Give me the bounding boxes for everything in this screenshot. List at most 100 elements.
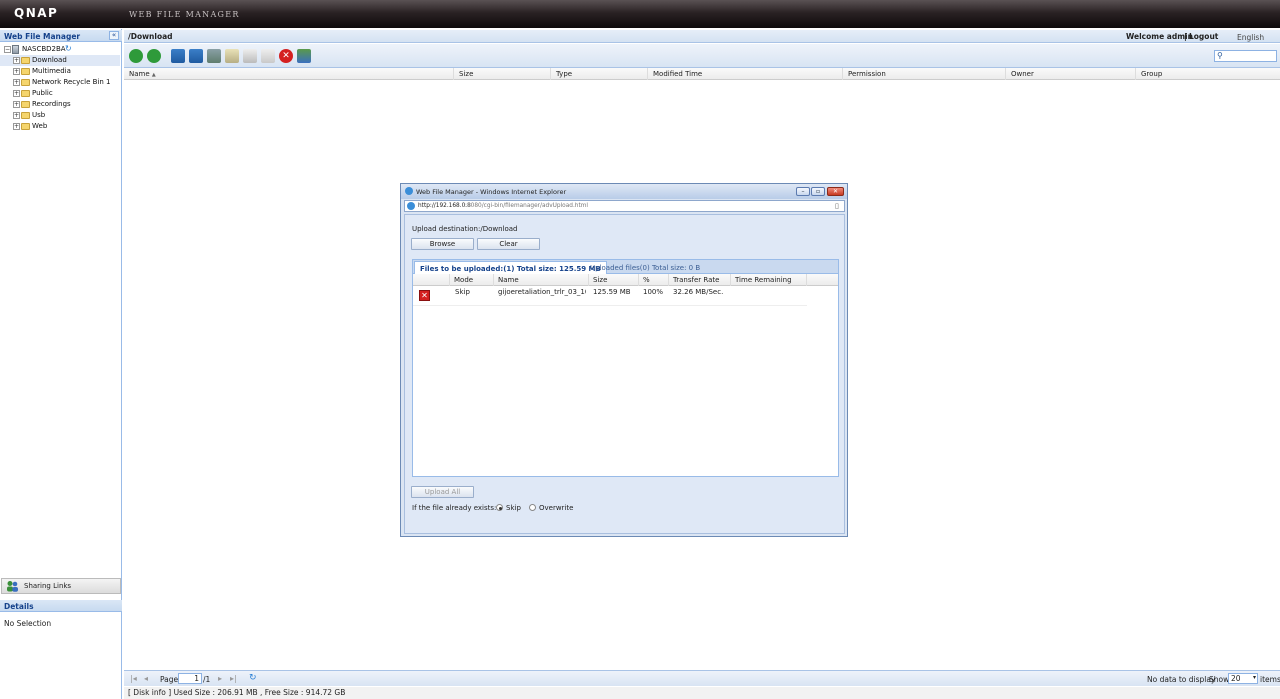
reload-icon[interactable]: ↻ [249,673,257,683]
table-row[interactable]: ✕ Skip gijoeretaliation_trlr_03_10... 12… [413,286,807,306]
folder-icon [21,123,30,130]
column-owner[interactable]: Owner [1006,68,1136,80]
sort-asc-icon: ▲ [151,72,156,78]
column-file-size[interactable]: Size [589,274,639,286]
sidebar-item-download[interactable]: + Download [0,55,120,66]
column-transfer-rate[interactable]: Transfer Rate [669,274,731,286]
tree-root[interactable]: − NASCBD2BA ↻ [0,44,120,55]
expand-icon[interactable]: + [13,112,20,119]
expand-icon[interactable]: + [13,101,20,108]
search-icon: ⚲ [1217,51,1223,60]
delete-icon[interactable]: ✕ [279,49,293,63]
logout-link[interactable]: Logout [1189,32,1218,41]
column-file-name[interactable]: Name [494,274,589,286]
expand-icon[interactable]: + [13,123,20,130]
sidebar-item-multimedia[interactable]: + Multimedia [0,66,120,77]
dialog-titlebar[interactable]: Web File Manager - Windows Internet Expl… [401,184,847,199]
row-file-name: gijoeretaliation_trlr_03_10... [498,288,586,296]
page-total: /1 [203,675,211,684]
sidebar-item-public[interactable]: + Public [0,88,120,99]
file-grid-header: Name ▲ Size Type Modified Time Permissio… [124,68,1280,80]
remove-file-icon[interactable]: ✕ [419,290,430,301]
page-icon [407,202,415,210]
page-input[interactable]: 1 [178,673,202,684]
download-icon[interactable] [207,49,221,63]
header-separator: | [1184,32,1187,41]
folder-icon [21,68,30,75]
rename-icon[interactable] [225,49,239,63]
current-path: /Download [128,32,173,41]
address-bar[interactable]: http://192.168.0.8 :8080/cgi-bin/fileman… [404,200,845,212]
move-icon[interactable] [261,49,275,63]
refresh-icon[interactable]: ↻ [65,44,72,53]
expand-icon[interactable]: + [13,68,20,75]
qnap-logo: QNAP [14,6,59,20]
collapse-icon[interactable]: − [4,46,11,53]
browse-button[interactable]: Browse [411,238,474,250]
next-page-icon[interactable]: ▸ [218,674,222,683]
maximize-button[interactable]: ▫ [811,187,825,196]
tab-files-to-upload[interactable]: Files to be uploaded:(1) Total size: 125… [414,261,607,275]
sidebar-item-usb[interactable]: + Usb [0,110,120,121]
url-path: :8080/cgi-bin/filemanager/advUpload.html [465,203,589,209]
row-percent: 100% [643,288,664,296]
column-modified-time[interactable]: Modified Time [648,68,843,80]
share-icon[interactable] [297,49,311,63]
skip-label: Skip [506,504,521,512]
upload-all-button[interactable]: Upload All [411,486,474,498]
close-button[interactable]: ✕ [827,187,844,196]
sharing-links-button[interactable]: Sharing Links [1,578,121,594]
exists-label: If the file already exists: [412,504,497,512]
page-label: Page [160,675,179,684]
search-input[interactable]: ⚲ [1214,50,1277,62]
column-percent[interactable]: % [639,274,669,286]
page-size-select[interactable]: 20 ▾ [1228,673,1258,684]
chevron-down-icon: ▾ [1252,674,1256,681]
first-page-icon[interactable]: |◂ [130,674,137,683]
column-size[interactable]: Size [454,68,551,80]
details-header: Details [0,600,122,612]
column-remove [413,274,450,286]
folder-icon [21,79,30,86]
sidebar-item-web[interactable]: + Web [0,121,120,132]
no-data-text: No data to display [1147,675,1216,684]
overwrite-radio[interactable] [529,504,536,511]
page-size-value: 20 [1231,674,1241,683]
prev-page-icon[interactable]: ◂ [144,674,148,683]
nas-server-icon [12,45,19,54]
column-name[interactable]: Name ▲ [124,68,454,80]
copy-icon[interactable] [243,49,257,63]
page-doc-icon: ▯ [835,202,839,210]
pager-bar: |◂ ◂ Page 1 /1 ▸ ▸| ↻ No data to display… [124,670,1280,686]
items-label: items [1260,675,1280,684]
last-page-icon[interactable]: ▸| [230,674,237,683]
column-name-label: Name [129,70,150,78]
expand-icon[interactable]: + [13,57,20,64]
sidebar-item-label: Web [32,122,48,130]
upload-list: Mode Name Size % Transfer Rate Time Rema… [412,274,839,477]
column-time-remaining[interactable]: Time Remaining [731,274,807,286]
new-folder-icon[interactable] [171,49,185,63]
details-text: No Selection [4,619,52,628]
folder-icon [21,90,30,97]
skip-radio[interactable] [496,504,503,511]
column-group[interactable]: Group [1136,68,1280,80]
collapse-panel-button[interactable]: « [109,31,119,40]
expand-icon[interactable]: + [13,79,20,86]
expand-icon[interactable]: + [13,90,20,97]
language-select[interactable]: English [1237,33,1264,42]
sidebar-item-recordings[interactable]: + Recordings [0,99,120,110]
sidebar-item-network-recycle-bin[interactable]: + Network Recycle Bin 1 [0,77,120,88]
sidebar-item-label: Network Recycle Bin 1 [32,78,111,86]
back-icon[interactable] [129,49,143,63]
clear-button[interactable]: Clear [477,238,540,250]
upload-icon[interactable] [189,49,203,63]
column-type[interactable]: Type [551,68,648,80]
column-mode[interactable]: Mode [450,274,494,286]
show-label: Show [1209,675,1230,684]
refresh-icon[interactable] [147,49,161,63]
minimize-button[interactable]: – [796,187,810,196]
column-permission[interactable]: Permission [843,68,1006,80]
tab-uploaded-files[interactable]: Uploaded files(0) Total size: 0 B [585,261,705,275]
sidebar-item-label: Multimedia [32,67,71,75]
